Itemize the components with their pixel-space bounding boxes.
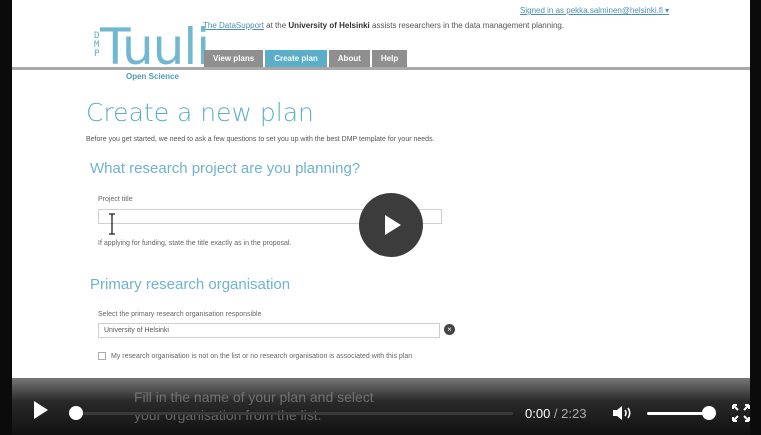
progress-handle[interactable] xyxy=(69,406,83,420)
letterbox-right xyxy=(750,0,761,435)
nav-divider xyxy=(12,67,750,70)
datasupport-link[interactable]: The DataSupport xyxy=(203,21,264,30)
intro-text: Before you get started, we need to ask a… xyxy=(86,136,435,143)
nav-view-plans[interactable]: View plans xyxy=(204,50,264,67)
big-play-button[interactable] xyxy=(359,193,423,257)
main-nav: View plans Create plan About Help xyxy=(204,50,408,67)
nav-create-plan[interactable]: Create plan xyxy=(265,50,327,67)
video-frame: Signed in as pekka.salminen@helsinki.fi … xyxy=(0,0,761,435)
logo-subtitle: Open Science xyxy=(126,72,179,81)
nav-help[interactable]: Help xyxy=(371,50,408,67)
play-icon xyxy=(385,215,401,235)
fullscreen-icon[interactable] xyxy=(732,404,750,422)
section-organisation-heading: Primary research organisation xyxy=(90,276,291,293)
play-pause-button[interactable] xyxy=(34,401,48,419)
video-controls: Fill in the name of your plan and select… xyxy=(12,378,750,435)
organisation-not-listed-checkbox[interactable] xyxy=(98,352,106,360)
project-title-hint: If applying for funding, state the title… xyxy=(98,240,292,247)
volume-track[interactable] xyxy=(647,412,709,415)
video-caption: Fill in the name of your plan and select… xyxy=(134,389,374,423)
text-cursor-icon xyxy=(109,213,115,235)
tuuli-logo[interactable]: DMP Tuuli Open Science xyxy=(86,18,210,82)
organisation-not-listed-row: My research organisation is not on the l… xyxy=(98,352,412,360)
volume-icon[interactable] xyxy=(612,405,636,421)
page-title: Create a new plan xyxy=(86,98,314,127)
logo-dmp: DMP xyxy=(94,31,100,59)
organisation-input[interactable]: University of Helsinki xyxy=(98,323,440,338)
time-display: 0:00 / 2:23 xyxy=(525,406,587,421)
organisation-label: Select the primary research organisation… xyxy=(98,311,262,318)
letterbox-left xyxy=(0,0,12,435)
tagline: The DataSupport at the University of Hel… xyxy=(203,21,565,30)
section-project-heading: What research project are you planning? xyxy=(90,160,361,177)
signed-in-link[interactable]: Signed in as pekka.salminen@helsinki.fi … xyxy=(520,6,669,15)
organisation-not-listed-label: My research organisation is not on the l… xyxy=(111,352,413,360)
volume-handle[interactable] xyxy=(702,406,716,420)
logo-word: Tuuli xyxy=(100,18,210,76)
progress-track[interactable] xyxy=(75,412,513,415)
clear-organisation-button[interactable]: × xyxy=(444,324,455,335)
project-title-label: Project title xyxy=(98,196,133,203)
nav-about[interactable]: About xyxy=(328,50,370,67)
